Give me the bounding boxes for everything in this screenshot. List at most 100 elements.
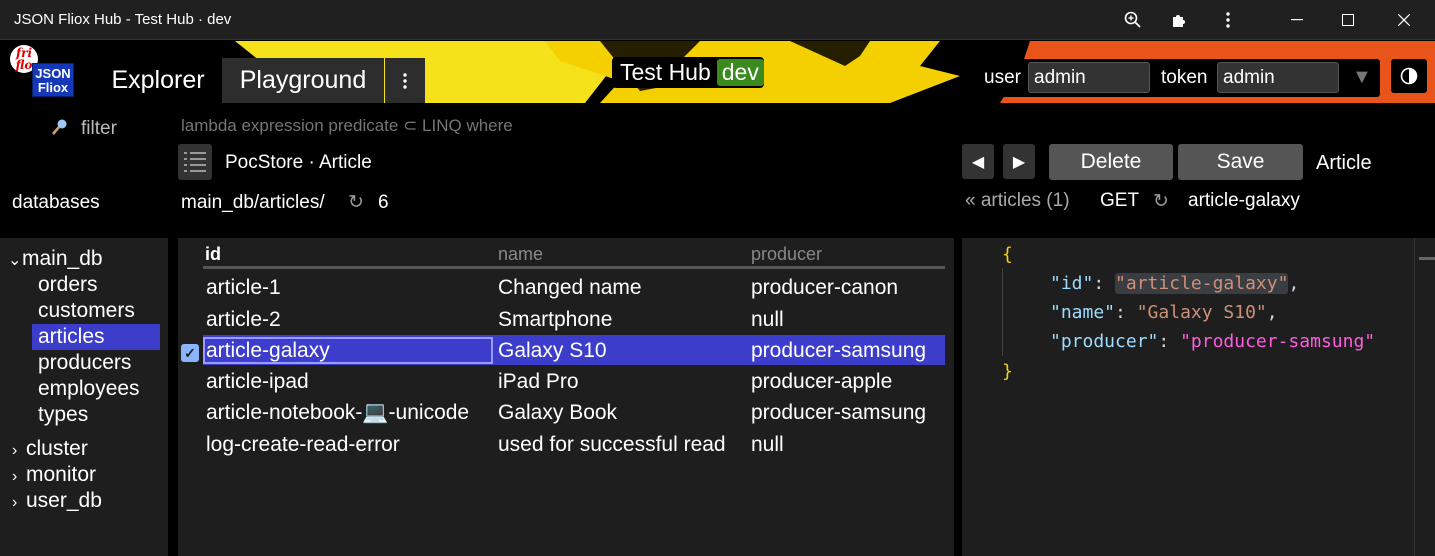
cell-name: Galaxy Book xyxy=(498,401,618,424)
close-icon[interactable] xyxy=(1381,0,1427,40)
cell-producer[interactable]: producer-canon xyxy=(751,274,898,301)
tree-db-main_db[interactable]: ⌄main_db xyxy=(8,246,103,272)
app-header: fri flo JSON Fliox Explorer Playground T… xyxy=(0,41,1435,103)
hub-name: Test Hub xyxy=(620,59,711,85)
json-line-name: "name": "Galaxy S10", xyxy=(1050,302,1278,323)
vertical-dots-icon xyxy=(403,72,407,89)
back-to-list-link[interactable]: « articles (1) xyxy=(965,190,1070,212)
sidebar-splitter[interactable] xyxy=(168,238,178,556)
column-header-id[interactable]: id xyxy=(205,244,221,265)
minimize-icon[interactable] xyxy=(1274,0,1320,40)
tab-playground[interactable]: Playground xyxy=(222,58,384,103)
next-button[interactable]: ▶ xyxy=(1003,144,1035,179)
previous-button[interactable]: ◀ xyxy=(962,144,994,179)
chevron-right-icon[interactable]: › xyxy=(12,490,26,516)
prev-icon: ◀ xyxy=(971,153,985,171)
header-divider xyxy=(203,266,945,269)
chevron-right-icon[interactable]: › xyxy=(12,438,26,464)
open-brace: { xyxy=(1002,244,1013,265)
cell-producer: null xyxy=(751,308,784,331)
more-icon[interactable] xyxy=(1205,0,1251,40)
column-header-producer[interactable]: producer xyxy=(751,244,822,265)
database-link[interactable]: PocStore xyxy=(225,152,303,173)
path-separator: · xyxy=(308,152,315,173)
cell-name: used for successful read xyxy=(498,433,726,456)
list-icon[interactable] xyxy=(178,144,212,180)
tab-explorer[interactable]: Explorer xyxy=(96,58,220,103)
table-row[interactable]: article-1 Changed name producer-canon xyxy=(203,272,945,302)
scroll-position-marker xyxy=(1419,257,1435,260)
entity-table: id name producer article-1 Changed name … xyxy=(178,238,954,556)
editor-scrollbar[interactable] xyxy=(1414,238,1435,556)
delete-button[interactable]: Delete xyxy=(1049,144,1173,180)
table-row[interactable]: article-2 Smartphone null xyxy=(203,304,945,334)
tree-container-types[interactable]: types xyxy=(32,402,94,428)
table-row-selected[interactable]: article-galaxy Galaxy S10 producer-samsu… xyxy=(203,335,945,365)
explorer-toolbar: filter PocStore · Article databases main… xyxy=(0,104,1435,238)
fliox-logo: fri flo JSON Fliox xyxy=(8,43,78,101)
tree-container-producers[interactable]: producers xyxy=(32,350,137,376)
user-input[interactable] xyxy=(1028,62,1150,93)
table-row[interactable]: log-create-read-error used for successfu… xyxy=(203,429,945,459)
entity-reload-icon[interactable]: ↻ xyxy=(1153,190,1169,213)
databases-label: databases xyxy=(12,192,100,213)
user-label: user xyxy=(984,67,1021,88)
cell-id[interactable]: article-1 xyxy=(206,274,281,301)
reload-icon[interactable]: ↻ xyxy=(348,191,364,214)
cell-producer[interactable]: producer-apple xyxy=(751,368,892,395)
entity-type-label: Article xyxy=(1316,152,1372,174)
cell-name: Changed name xyxy=(498,276,642,299)
row-checkbox[interactable]: ✓ xyxy=(181,344,199,362)
cell-name: Galaxy S10 xyxy=(498,339,607,362)
tree-container-employees[interactable]: employees xyxy=(32,376,146,402)
type-link[interactable]: Article xyxy=(319,152,372,173)
table-row[interactable]: article-notebook-💻-unicode Galaxy Book p… xyxy=(203,397,945,427)
theme-toggle-button[interactable] xyxy=(1391,59,1427,93)
cell-name: Smartphone xyxy=(498,308,613,331)
chevron-right-icon[interactable]: › xyxy=(12,464,26,490)
tree-db-user_db[interactable]: › user_db xyxy=(12,488,102,514)
hub-badge: Test Hub dev xyxy=(612,57,764,88)
cell-name: iPad Pro xyxy=(498,370,579,393)
tree-container-customers[interactable]: customers xyxy=(32,298,141,324)
filter-input[interactable] xyxy=(181,114,601,138)
tab-menu-button[interactable] xyxy=(385,58,425,103)
cell-producer[interactable]: producer-samsung xyxy=(751,337,926,364)
cell-id-focused[interactable]: article-galaxy xyxy=(203,337,493,364)
table-row[interactable]: article-ipad iPad Pro producer-apple xyxy=(203,366,945,396)
column-header-name[interactable]: name xyxy=(498,244,543,265)
tree-container-articles[interactable]: articles xyxy=(32,324,160,350)
maximize-icon[interactable] xyxy=(1325,0,1371,40)
cell-id[interactable]: article-ipad xyxy=(206,368,309,395)
next-icon: ▶ xyxy=(1012,153,1026,171)
save-button[interactable]: Save xyxy=(1178,144,1303,180)
filter-label: filter xyxy=(81,118,117,139)
query-path: main_db/articles/ xyxy=(181,192,325,213)
chevron-down-icon[interactable]: ⌄ xyxy=(8,248,22,274)
json-editor[interactable]: { "id": "article-galaxy", "name": "Galax… xyxy=(962,238,1435,556)
token-input[interactable] xyxy=(1217,62,1339,93)
triangle-down-icon[interactable]: ▼ xyxy=(1352,66,1372,89)
entity-id: article-galaxy xyxy=(1188,190,1300,211)
token-label: token xyxy=(1161,67,1208,88)
tree-container-orders[interactable]: orders xyxy=(32,272,104,298)
http-method: GET xyxy=(1100,190,1140,211)
container-path: PocStore · Article xyxy=(225,152,372,174)
entity-count: 6 xyxy=(378,192,389,213)
cell-id[interactable]: article-notebook-💻-unicode xyxy=(206,399,469,426)
tree-db-monitor[interactable]: › monitor xyxy=(12,462,96,488)
table-editor-splitter[interactable] xyxy=(954,238,962,556)
json-line-producer: "producer": "producer-samsung" xyxy=(1050,331,1376,352)
close-brace: } xyxy=(1002,361,1013,382)
tree-db-cluster[interactable]: › cluster xyxy=(12,436,88,462)
hub-env-badge: dev xyxy=(716,59,764,86)
database-tree: ⌄main_db orders customers articles produ… xyxy=(0,238,168,556)
indent-guide xyxy=(1002,268,1003,356)
cell-id[interactable]: log-create-read-error xyxy=(206,431,400,458)
zoom-icon[interactable] xyxy=(1110,0,1156,40)
cell-producer: null xyxy=(751,433,784,456)
cell-id[interactable]: article-2 xyxy=(206,306,281,333)
cell-producer[interactable]: producer-samsung xyxy=(751,399,926,426)
json-line-id: "id": "article-galaxy", xyxy=(1050,273,1300,294)
extensions-icon[interactable] xyxy=(1156,0,1202,40)
